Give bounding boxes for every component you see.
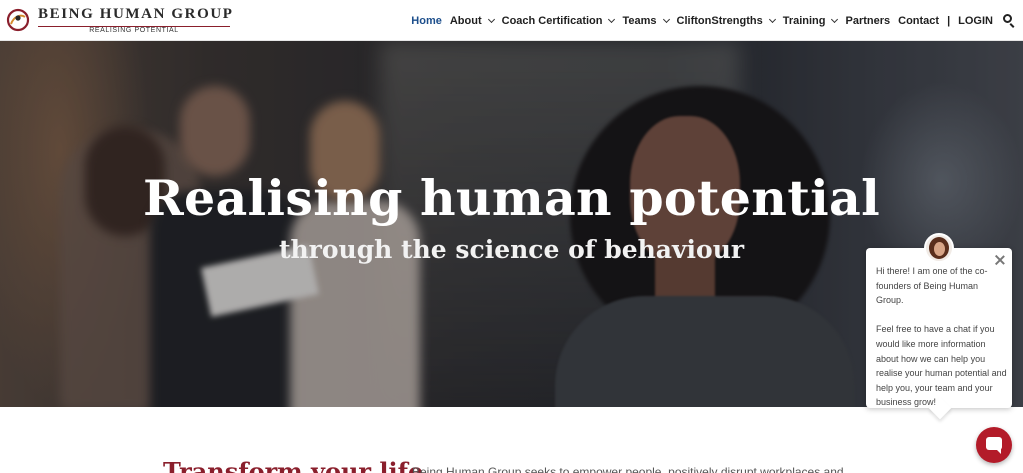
nav-item-label: Contact [898,14,940,27]
search-icon-handle [1009,22,1015,28]
nav-item-label: LOGIN [958,14,993,27]
nav-item-home[interactable]: Home [411,15,442,27]
nav-item-label: Home [411,14,442,27]
nav-item-cliftonstrengths[interactable]: CliftonStrengths [676,14,776,27]
nav-item-label: Coach Certification [501,14,603,27]
search-icon-ring [1003,13,1012,23]
nav-item-label: CliftonStrengths [676,14,763,27]
brand-tagline-wrap: REALISING POTENTIAL [38,27,230,34]
nav-separator: | [947,14,951,27]
nav-item-contact[interactable]: Contact [898,15,939,27]
nav-item-login[interactable]: LOGIN [958,15,993,27]
nav-item-label: Partners [845,14,891,27]
chevron-down-icon [662,15,670,23]
nav-item-about[interactable]: About [449,14,495,27]
brand-tagline: REALISING POTENTIAL [85,27,183,34]
nav-item-teams[interactable]: Teams [622,14,670,27]
logo-mark-icon [6,8,30,32]
chat-message-line: Hi there! I am one of the co-founders of… [876,266,988,306]
chat-launcher-button[interactable] [976,427,1012,463]
nav-item-label: Training [782,14,826,27]
chat-message: Hi there! I am one of the co-founders of… [876,264,1008,410]
chat-avatar [924,233,954,263]
chevron-down-icon [768,15,776,23]
main-nav: Home About Coach Certification Teams Cli… [403,0,1023,41]
chat-bubble-icon [986,437,1002,454]
hero-title: Realising human potential [142,169,881,227]
nav-item-label: About [449,14,482,27]
nav-item-training[interactable]: Training [782,14,839,27]
chevron-down-icon [608,15,616,23]
nav-item-partners[interactable]: Partners [845,15,890,27]
site-header: BEING HUMAN GROUP REALISING POTENTIAL Ho… [0,0,1023,41]
intro-paragraph: Being Human Group seeks to empower peopl… [412,465,844,473]
nav-item-label: Teams [622,14,657,27]
chevron-down-icon [487,15,495,23]
section-heading: Transform your life [163,457,424,473]
search-icon[interactable] [1003,13,1017,28]
avatar-face [934,242,945,256]
nav-item-coach-certification[interactable]: Coach Certification [501,14,616,27]
close-icon[interactable] [994,254,1006,266]
chevron-down-icon [831,15,839,23]
chat-message-line: Feel free to have a chat if you would li… [876,324,1007,408]
brand-logo[interactable]: BEING HUMAN GROUP REALISING POTENTIAL [6,6,236,36]
brand-title: BEING HUMAN GROUP [38,6,234,22]
